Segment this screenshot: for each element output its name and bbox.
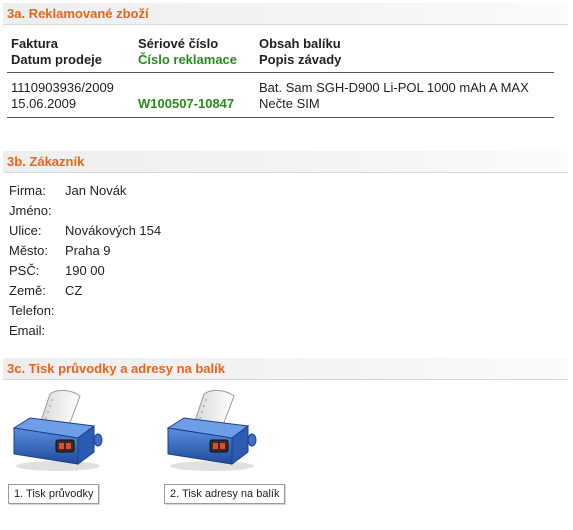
customer-name-label: Jméno:	[9, 203, 52, 218]
customer-city-label: Město:	[9, 243, 49, 258]
customer-zip-label: PSČ:	[9, 263, 40, 278]
section-header-print: 3c. Tisk průvodky a adresy na balík	[3, 358, 568, 380]
header-defect-description: Popis závady	[259, 52, 342, 67]
header-package-content: Obsah balíku	[259, 36, 341, 51]
customer-firm-value: Jan Novák	[65, 183, 127, 198]
section-title-print: 3c. Tisk průvodky a adresy na balík	[7, 361, 225, 376]
cell-claim-number: W100507-10847	[138, 96, 235, 111]
cell-defect-description: Nečte SIM	[259, 96, 320, 111]
section-title-returned-goods: 3a. Reklamované zboží	[7, 6, 149, 21]
section-title-customer: 3b. Zákazník	[7, 154, 85, 169]
customer-zip-value: 190 00	[65, 263, 105, 278]
print-tile-delivery-note[interactable]: 1. Tisk průvodky	[6, 388, 106, 504]
print-address-label-button[interactable]: 2. Tisk adresy na balík	[164, 484, 286, 504]
cell-package-content: Bat. Sam SGH-D900 Li-POL 1000 mAh A MAX	[259, 80, 529, 95]
cell-invoice: 1110903936/2009	[11, 80, 114, 95]
header-serial-number: Sériové číslo	[138, 36, 219, 51]
customer-street-value: Novákových 154	[65, 223, 162, 238]
header-sale-date: Datum prodeje	[11, 52, 103, 67]
table-divider-top	[7, 72, 554, 73]
customer-country-label: Země:	[9, 283, 46, 298]
customer-email-label: Email:	[9, 323, 46, 338]
customer-phone-label: Telefon:	[9, 303, 55, 318]
cell-sale-date: 15.06.2009	[11, 96, 77, 111]
customer-firm-label: Firma:	[9, 183, 46, 198]
table-divider-bottom	[7, 117, 554, 118]
print-delivery-note-button[interactable]: 1. Tisk průvodky	[8, 484, 100, 504]
customer-city-value: Praha 9	[65, 243, 111, 258]
printer-icon[interactable]	[6, 388, 106, 472]
print-tile-address-label[interactable]: 2. Tisk adresy na balík	[160, 388, 286, 504]
customer-street-label: Ulice:	[9, 223, 42, 238]
section-header-customer: 3b. Zákazník	[3, 151, 568, 173]
header-invoice: Faktura	[11, 36, 58, 51]
customer-country-value: CZ	[65, 283, 83, 298]
section-header-returned-goods: 3a. Reklamované zboží	[3, 3, 568, 25]
header-claim-number: Číslo reklamace	[138, 52, 238, 67]
printer-icon[interactable]	[160, 388, 260, 472]
